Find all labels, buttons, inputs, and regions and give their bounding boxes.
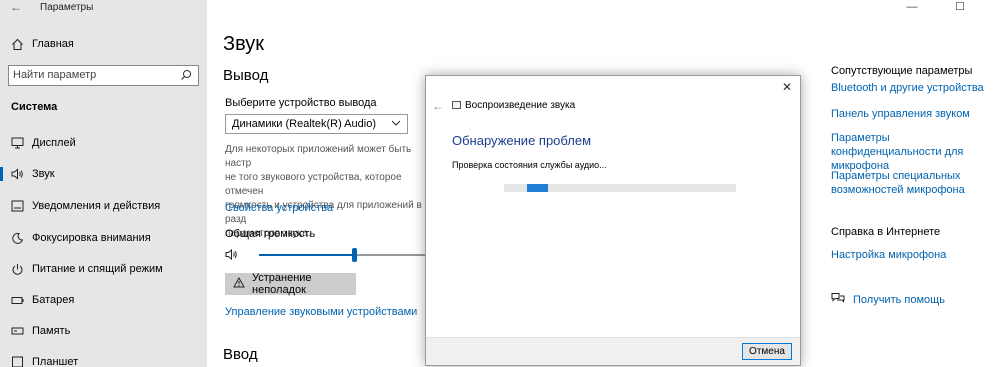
storage-icon	[10, 324, 24, 338]
sidebar-item-label: Питание и спящий режим	[32, 263, 163, 275]
get-help-link[interactable]: Получить помощь	[853, 294, 945, 306]
troubleshooter-dialog: ✕ ← Воспроизведение звука Обнаружение пр…	[425, 75, 801, 366]
sidebar-item-tablet[interactable]: Планшет	[0, 350, 207, 367]
dialog-footer: Отмена	[426, 337, 800, 365]
mic-privacy-link[interactable]: Параметры конфиденциальности для микрофо…	[831, 131, 1000, 173]
chevron-down-icon	[391, 117, 401, 132]
sidebar-item-label: Память	[32, 325, 71, 337]
active-indicator	[0, 167, 3, 181]
dialog-status-text: Проверка состояния службы аудио...	[452, 160, 607, 170]
chat-help-icon	[831, 292, 845, 308]
progress-bar	[504, 184, 736, 192]
sidebar-item-sound[interactable]: Звук	[0, 162, 207, 186]
close-icon[interactable]: ✕	[782, 80, 792, 94]
progress-bar-fill	[527, 184, 549, 192]
sidebar-item-label: Дисплей	[32, 137, 76, 149]
power-icon	[10, 262, 24, 276]
volume-label: Общая громкость	[225, 228, 316, 240]
window-title: Параметры	[40, 2, 94, 13]
sidebar-item-label: Звук	[32, 168, 55, 180]
output-heading: Вывод	[223, 67, 269, 84]
get-help-row[interactable]: Получить помощь	[831, 292, 945, 308]
sidebar-item-label: Планшет	[32, 356, 79, 367]
sidebar-item-label: Уведомления и действия	[32, 200, 161, 212]
tablet-icon	[10, 355, 24, 367]
volume-slider-fill	[259, 254, 355, 256]
warning-icon	[233, 276, 245, 291]
section-label-system: Система	[11, 101, 58, 113]
search-icon[interactable]	[180, 69, 192, 84]
sidebar: ← Параметры Главная Найти параметр Систе…	[0, 0, 207, 367]
sidebar-item-storage[interactable]: Память	[0, 319, 207, 343]
search-input[interactable]: Найти параметр	[8, 65, 199, 86]
output-device-dropdown[interactable]: Динамики (Realtek(R) Audio)	[225, 114, 408, 134]
dialog-app-title: Воспроизведение звука	[465, 100, 576, 111]
input-heading: Ввод	[223, 346, 258, 363]
title-bar: ← Параметры	[0, 0, 207, 16]
moon-icon	[10, 231, 24, 245]
sidebar-item-display[interactable]: Дисплей	[0, 131, 207, 155]
back-arrow-icon[interactable]: ←	[10, 0, 22, 14]
sidebar-item-label: Батарея	[32, 294, 75, 306]
monitor-icon	[10, 136, 24, 150]
minimize-icon[interactable]: —	[902, 0, 922, 14]
home-icon	[10, 37, 24, 51]
sidebar-item-focus-assist[interactable]: Фокусировка внимания	[0, 226, 207, 250]
manage-sound-devices-link[interactable]: Управление звуковыми устройствами	[225, 306, 417, 318]
choose-device-label: Выберите устройство вывода	[225, 97, 377, 109]
back-arrow-icon[interactable]: ←	[432, 99, 444, 113]
volume-control	[225, 248, 435, 262]
output-description: Для некоторых приложений может быть наст…	[225, 144, 422, 239]
speaker-icon	[10, 167, 24, 181]
mic-accessibility-link[interactable]: Параметры специальных возможностей микро…	[831, 169, 1000, 197]
bluetooth-devices-link[interactable]: Bluetooth и другие устройства	[831, 81, 1000, 95]
notification-icon	[10, 199, 24, 213]
sidebar-item-label: Главная	[32, 38, 74, 50]
sidebar-item-battery[interactable]: Батарея	[0, 288, 207, 312]
maximize-icon[interactable]: ☐	[950, 0, 970, 14]
speaker-icon[interactable]	[225, 248, 239, 266]
online-help-heading: Справка в Интернете	[831, 226, 941, 238]
search-placeholder: Найти параметр	[13, 69, 97, 81]
sidebar-item-notifications[interactable]: Уведомления и действия	[0, 194, 207, 218]
sidebar-item-label: Фокусировка внимания	[32, 232, 151, 244]
volume-slider-thumb[interactable]	[352, 248, 358, 262]
related-settings-heading: Сопутствующие параметры	[831, 65, 973, 77]
battery-icon	[10, 293, 24, 307]
troubleshoot-label: Устранение неполадок	[252, 272, 312, 296]
dialog-heading: Обнаружение проблем	[452, 133, 592, 148]
troubleshoot-button[interactable]: Устранение неполадок	[225, 272, 356, 296]
page-title: Звук	[223, 33, 265, 55]
cancel-button[interactable]: Отмена	[742, 343, 792, 360]
device-properties-link[interactable]: Свойства устройства	[225, 202, 333, 214]
troubleshooter-app-icon	[452, 101, 461, 109]
sound-control-panel-link[interactable]: Панель управления звуком	[831, 107, 1000, 121]
dropdown-value: Динамики (Realtek(R) Audio)	[232, 118, 376, 130]
sidebar-item-home[interactable]: Главная	[0, 32, 207, 56]
sidebar-item-power-sleep[interactable]: Питание и спящий режим	[0, 257, 207, 281]
setup-microphone-link[interactable]: Настройка микрофона	[831, 248, 1000, 262]
